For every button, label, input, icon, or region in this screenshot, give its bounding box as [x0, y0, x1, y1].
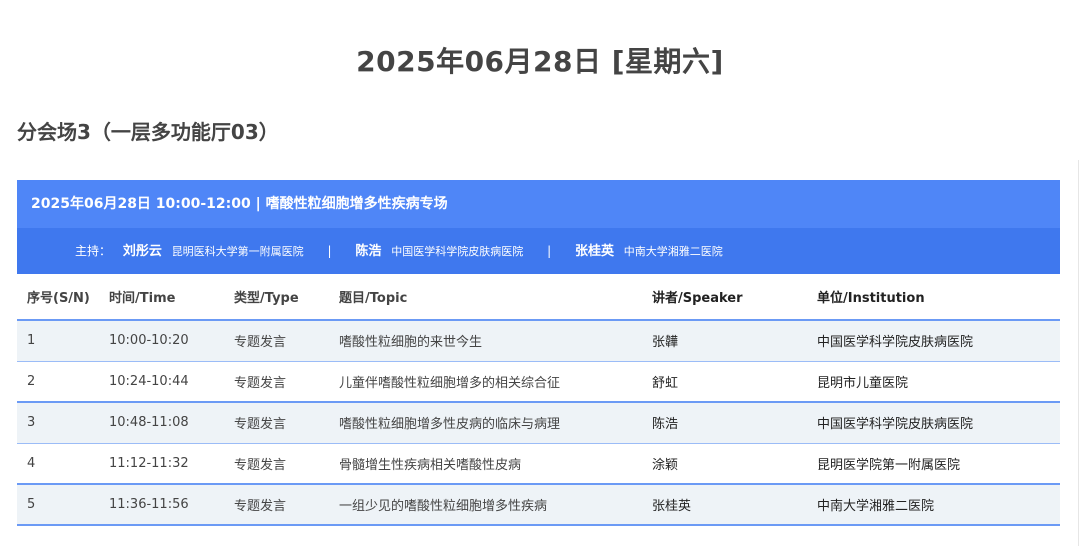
cell-sn: 4 [17, 443, 109, 485]
session-header: 2025年06月28日 10:00-12:00 | 嗜酸性粒细胞增多性疾病专场 [17, 180, 1060, 228]
header-speaker: 讲者/Speaker [652, 274, 817, 321]
header-type: 类型/Type [234, 274, 339, 321]
table-row: 5 11:36-11:56 专题发言 一组少见的嗜酸性粒细胞增多性疾病 张桂英 … [17, 484, 1060, 526]
cell-topic: 儿童伴嗜酸性粒细胞增多的相关综合征 [339, 361, 652, 403]
cell-speaker: 舒虹 [652, 361, 817, 403]
cell-type: 专题发言 [234, 361, 339, 403]
schedule-table: 序号(S/N) 时间/Time 类型/Type 题目/Topic 讲者/Spea… [17, 274, 1060, 526]
table-header-row: 序号(S/N) 时间/Time 类型/Type 题目/Topic 讲者/Spea… [17, 274, 1060, 321]
host-name: 刘彤云 [122, 244, 162, 259]
cell-speaker: 张韡 [652, 320, 817, 362]
table-row: 2 10:24-10:44 专题发言 儿童伴嗜酸性粒细胞增多的相关综合征 舒虹 … [17, 361, 1060, 403]
host-org: 昆明医科大学第一附属医院 [171, 245, 304, 258]
cell-time: 10:00-10:20 [109, 320, 234, 362]
cell-type: 专题发言 [234, 402, 339, 444]
cell-topic: 一组少见的嗜酸性粒细胞增多性疾病 [339, 484, 652, 526]
cell-type: 专题发言 [234, 443, 339, 485]
cell-speaker: 张桂英 [652, 484, 817, 526]
host-name: 张桂英 [574, 244, 614, 259]
session-card: 2025年06月28日 10:00-12:00 | 嗜酸性粒细胞增多性疾病专场 … [17, 180, 1060, 526]
header-time: 时间/Time [109, 274, 234, 321]
cell-institution: 中南大学湘雅二医院 [817, 484, 1060, 526]
cell-institution: 昆明市儿童医院 [817, 361, 1060, 403]
host-label: 主持： [75, 244, 112, 258]
cell-time: 10:24-10:44 [109, 361, 234, 403]
host-separator: | [547, 244, 552, 258]
cell-speaker: 涂颖 [652, 443, 817, 485]
cell-time: 11:12-11:32 [109, 443, 234, 485]
cell-speaker: 陈浩 [652, 402, 817, 444]
cell-institution: 中国医学科学院皮肤病医院 [817, 402, 1060, 444]
cell-time: 10:48-11:08 [109, 402, 234, 444]
cell-type: 专题发言 [234, 320, 339, 362]
header-sn: 序号(S/N) [17, 274, 109, 321]
host-name: 陈浩 [355, 244, 382, 259]
page-title: 2025年06月28日 [星期六] [356, 45, 724, 78]
table-row: 3 10:48-11:08 专题发言 嗜酸性粒细胞增多性皮病的临床与病理 陈浩 … [17, 402, 1060, 444]
cell-topic: 嗜酸性粒细胞增多性皮病的临床与病理 [339, 402, 652, 444]
header-topic: 题目/Topic [339, 274, 652, 321]
cell-sn: 5 [17, 484, 109, 526]
cell-sn: 1 [17, 320, 109, 362]
cell-type: 专题发言 [234, 484, 339, 526]
hosts-bar: 主持： 刘彤云 昆明医科大学第一附属医院 | 陈浩 中国医学科学院皮肤病医院 |… [17, 228, 1060, 274]
page-edge-divider [1078, 160, 1079, 546]
header-institution: 单位/Institution [817, 274, 1060, 321]
cell-topic: 嗜酸性粒细胞的来世今生 [339, 320, 652, 362]
venue-title: 分会场3（一层多功能厅03） [17, 120, 279, 144]
cell-institution: 昆明医学院第一附属医院 [817, 443, 1060, 485]
table-row: 1 10:00-10:20 专题发言 嗜酸性粒细胞的来世今生 张韡 中国医学科学… [17, 320, 1060, 362]
host-separator: | [327, 244, 332, 258]
cell-sn: 2 [17, 361, 109, 403]
cell-time: 11:36-11:56 [109, 484, 234, 526]
host-org: 中国医学科学院皮肤病医院 [391, 245, 524, 258]
cell-topic: 骨髓增生性疾病相关嗜酸性皮病 [339, 443, 652, 485]
host-org: 中南大学湘雅二医院 [623, 245, 723, 258]
cell-sn: 3 [17, 402, 109, 444]
cell-institution: 中国医学科学院皮肤病医院 [817, 320, 1060, 362]
table-row: 4 11:12-11:32 专题发言 骨髓增生性疾病相关嗜酸性皮病 涂颖 昆明医… [17, 443, 1060, 485]
